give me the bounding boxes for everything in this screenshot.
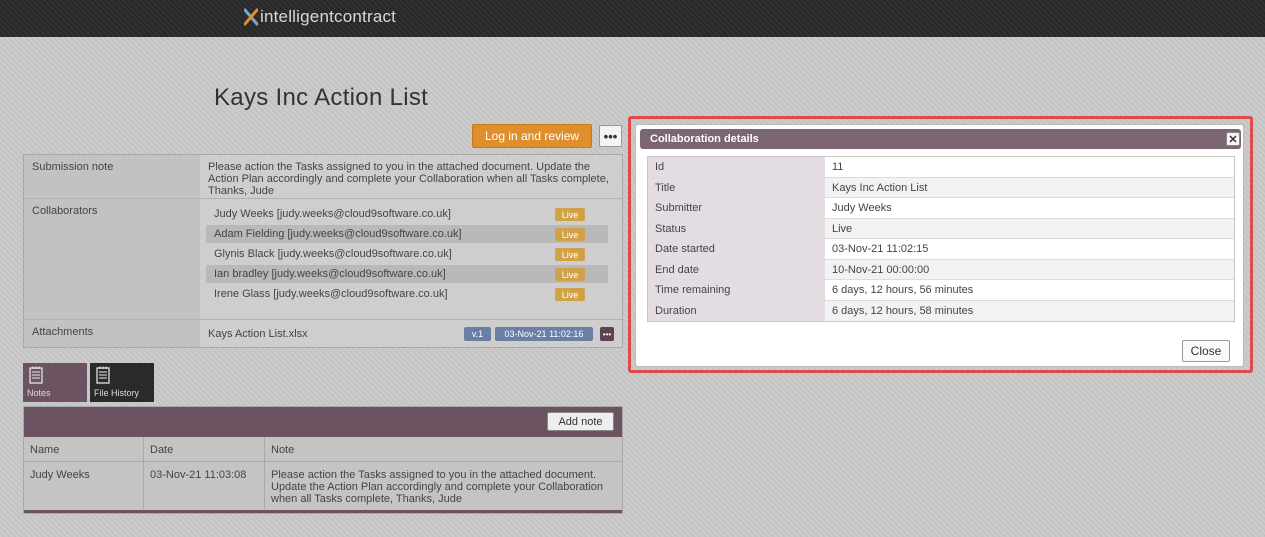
notes-footer-bar <box>24 510 622 513</box>
logo-x-icon <box>244 8 258 26</box>
tab-label: File History <box>94 388 140 398</box>
note-author: Judy Weeks <box>24 462 144 512</box>
detail-value: 10-Nov-21 00:00:00 <box>825 259 1234 279</box>
top-navigation-bar: intelligentcontract <box>0 0 1265 37</box>
logo[interactable]: intelligentcontract <box>244 6 396 28</box>
detail-key: Status <box>648 218 825 238</box>
collaborator-item: Irene Glass [judy.weeks@cloud9software.c… <box>206 285 608 303</box>
detail-value: 6 days, 12 hours, 56 minutes <box>825 280 1234 300</box>
column-header-date: Date <box>144 437 265 461</box>
detail-key: Submitter <box>648 198 825 218</box>
collaborators-label: Collaborators <box>32 205 98 217</box>
attachment-file-name[interactable]: Kays Action List.xlsx <box>208 328 308 340</box>
column-header-note: Note <box>271 444 295 456</box>
status-badge: Live <box>555 228 585 241</box>
detail-row-status: Status Live <box>648 218 1234 239</box>
status-badge: Live <box>555 268 585 281</box>
detail-key: Duration <box>648 300 825 321</box>
status-badge: Live <box>555 208 585 221</box>
detail-row-date-started: Date started 03-Nov-21 11:02:15 <box>648 239 1234 260</box>
submission-note-row: Submission note Please action the Tasks … <box>24 155 622 199</box>
detail-value: Live <box>825 218 1234 238</box>
collaborator-name: Judy Weeks [judy.weeks@cloud9software.co… <box>214 208 451 220</box>
tab-notes[interactable]: Notes <box>23 363 87 402</box>
close-button[interactable]: Close <box>1182 340 1230 362</box>
dialog-title: Collaboration details <box>650 133 759 145</box>
detail-key: Id <box>648 157 825 177</box>
column-header-name: Name <box>24 437 144 461</box>
attachment-date-badge: 03-Nov-21 11:02:16 <box>495 327 593 341</box>
collaborator-name: Irene Glass [judy.weeks@cloud9software.c… <box>214 288 448 300</box>
detail-key: End date <box>648 259 825 279</box>
detail-row-time-remaining: Time remaining 6 days, 12 hours, 56 minu… <box>648 280 1234 301</box>
logo-text: intelligentcontract <box>260 7 397 26</box>
page-title: Kays Inc Action List <box>214 84 429 111</box>
collaborators-list: Judy Weeks [judy.weeks@cloud9software.co… <box>200 199 622 320</box>
dialog-title-bar: Collaboration details ✕ <box>640 129 1241 149</box>
detail-value: Judy Weeks <box>825 198 1234 218</box>
file-history-icon <box>96 366 110 384</box>
note-text: Please action the Tasks assigned to you … <box>271 469 604 505</box>
collaborators-row: Collaborators Judy Weeks [judy.weeks@clo… <box>24 199 622 320</box>
submission-note-text: Please action the Tasks assigned to you … <box>208 161 609 197</box>
detail-value: 03-Nov-21 11:02:15 <box>825 239 1234 259</box>
notes-toolbar: Add note <box>24 407 622 437</box>
collaborator-item: Glynis Black [judy.weeks@cloud9software.… <box>206 245 608 263</box>
tab-label: Notes <box>27 388 51 398</box>
collaborator-name: Adam Fielding [judy.weeks@cloud9software… <box>214 228 462 240</box>
submission-note-label: Submission note <box>32 161 114 173</box>
detail-key: Date started <box>648 239 825 259</box>
status-badge: Live <box>555 248 585 261</box>
detail-key: Time remaining <box>648 280 825 300</box>
login-and-review-button[interactable]: Log in and review <box>472 124 592 148</box>
detail-value: Kays Inc Action List <box>825 177 1234 197</box>
note-date: 03-Nov-21 11:03:08 <box>144 462 265 512</box>
more-options-button[interactable]: ••• <box>599 125 622 147</box>
close-icon[interactable]: ✕ <box>1226 132 1240 146</box>
collaboration-details-dialog: Collaboration details ✕ Id 11 Title Kays… <box>635 124 1244 367</box>
detail-row-title: Title Kays Inc Action List <box>648 177 1234 198</box>
status-badge: Live <box>555 288 585 301</box>
notes-icon <box>29 366 43 384</box>
detail-row-duration: Duration 6 days, 12 hours, 58 minutes <box>648 300 1234 321</box>
tab-file-history[interactable]: File History <box>90 363 154 402</box>
detail-key: Title <box>648 177 825 197</box>
attachment-more-button[interactable]: ••• <box>600 327 614 341</box>
add-note-button[interactable]: Add note <box>547 412 614 431</box>
collaboration-summary: Submission note Please action the Tasks … <box>23 154 623 348</box>
details-table: Id 11 Title Kays Inc Action List Submitt… <box>647 156 1235 322</box>
detail-row-submitter: Submitter Judy Weeks <box>648 198 1234 219</box>
collaborator-item: Adam Fielding [judy.weeks@cloud9software… <box>206 225 608 243</box>
notes-table-header: Name Date Note <box>24 437 622 462</box>
detail-value: 11 <box>825 157 1234 177</box>
detail-row-id: Id 11 <box>648 157 1234 178</box>
notes-panel: Add note Name Date Note Judy Weeks 03-No… <box>23 406 623 514</box>
collaborator-name: Glynis Black [judy.weeks@cloud9software.… <box>214 248 452 260</box>
collaborator-name: Ian bradley [judy.weeks@cloud9software.c… <box>214 268 446 280</box>
collaborator-item: Judy Weeks [judy.weeks@cloud9software.co… <box>206 205 608 223</box>
collaborator-item: Ian bradley [judy.weeks@cloud9software.c… <box>206 265 608 283</box>
attachments-row: Attachments Kays Action List.xlsx v.1 03… <box>24 320 622 347</box>
detail-row-end-date: End date 10-Nov-21 00:00:00 <box>648 259 1234 280</box>
detail-value: 6 days, 12 hours, 58 minutes <box>825 300 1234 321</box>
table-row: Judy Weeks 03-Nov-21 11:03:08 Please act… <box>24 462 622 512</box>
version-badge: v.1 <box>464 327 491 341</box>
attachments-label: Attachments <box>32 326 94 338</box>
